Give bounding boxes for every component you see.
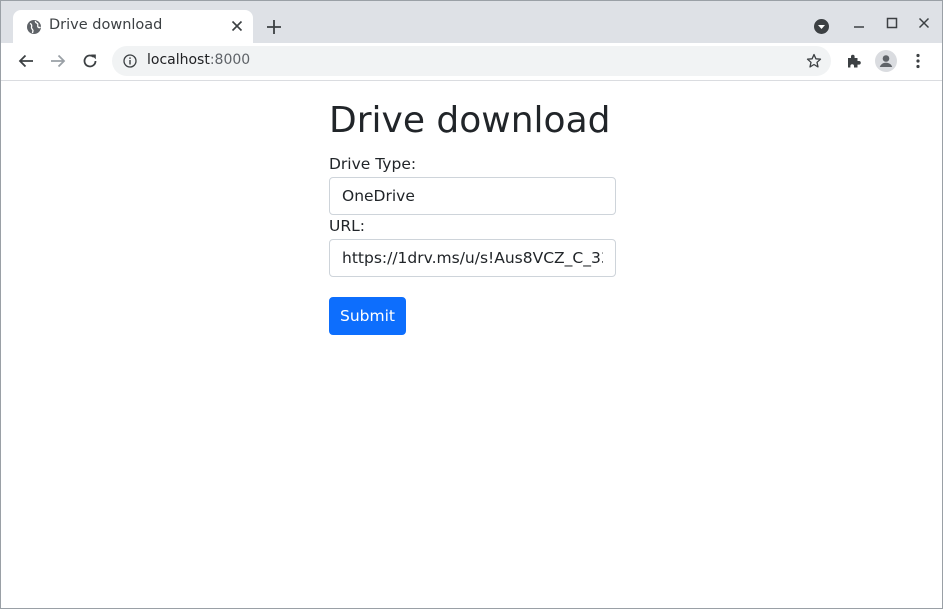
more-menu-icon[interactable] [909, 52, 927, 70]
globe-icon [27, 20, 41, 34]
extensions-puzzle-icon[interactable] [845, 52, 863, 70]
tab-search-icon[interactable] [813, 18, 830, 35]
drive-type-label: Drive Type: [329, 155, 417, 173]
bookmark-star-icon[interactable] [806, 53, 822, 69]
window-close-icon[interactable] [916, 15, 932, 31]
address-bar[interactable]: localhost:8000 [112, 46, 831, 76]
new-tab-icon[interactable] [266, 19, 282, 35]
url-text: localhost:8000 [147, 52, 250, 68]
tab-drive-download[interactable]: Drive download [13, 10, 253, 43]
url-port: :8000 [209, 52, 251, 68]
site-info-icon[interactable] [123, 54, 137, 68]
submit-button[interactable]: Submit [329, 297, 406, 335]
tab-title: Drive download [49, 17, 163, 33]
forward-arrow-icon[interactable] [49, 52, 67, 70]
minimize-icon[interactable] [851, 15, 867, 31]
close-tab-icon[interactable] [231, 20, 243, 32]
browser-window: Drive download localhost:8000 Drive down… [0, 0, 943, 609]
reload-icon[interactable] [81, 52, 99, 70]
drive-type-input[interactable] [329, 177, 616, 215]
url-label: URL: [329, 217, 365, 235]
tab-strip: Drive download [1, 1, 942, 43]
back-arrow-icon[interactable] [17, 52, 35, 70]
page-title: Drive download [329, 100, 611, 141]
page-content: Drive download Drive Type: URL: Submit [1, 82, 942, 608]
maximize-icon[interactable] [884, 15, 900, 31]
url-host: localhost [147, 52, 210, 68]
browser-toolbar: localhost:8000 [1, 43, 942, 81]
profile-avatar-icon[interactable] [875, 50, 897, 72]
url-input[interactable] [329, 239, 616, 277]
